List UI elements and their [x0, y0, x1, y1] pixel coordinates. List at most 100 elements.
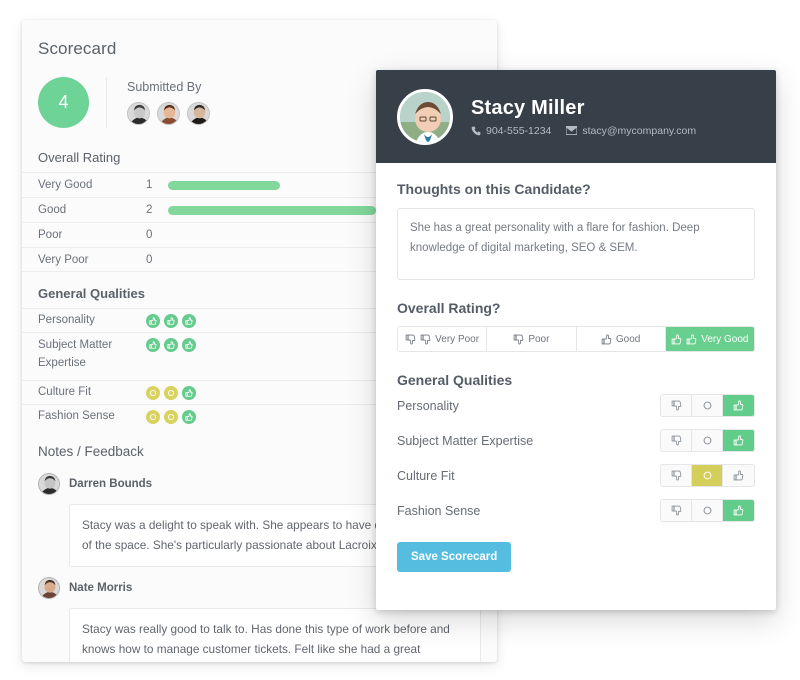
quality-toggle[interactable]	[660, 499, 755, 522]
detail-body: Thoughts on this Candidate? She has a gr…	[376, 163, 776, 572]
quality-option-neutral[interactable]	[692, 465, 723, 486]
page-title: Scorecard	[38, 39, 117, 58]
thumbs-down-icon	[420, 334, 431, 344]
neutral-circle-icon	[703, 506, 711, 515]
note-author-name: Nate Morris	[69, 581, 133, 594]
thumbs-up-icon	[733, 435, 744, 446]
quality-summary-label: Fashion Sense	[38, 409, 115, 422]
quality-label: Subject Matter Expertise	[397, 433, 534, 448]
rating-option-poor[interactable]: Poor	[487, 327, 577, 351]
quality-dot-row	[146, 409, 196, 424]
quality-option-neutral[interactable]	[692, 430, 723, 451]
reviewer-avatar[interactable]	[157, 102, 180, 125]
candidate-detail-panel: Stacy Miller 904-555-1234 stacy@mycompan…	[376, 70, 776, 610]
quality-toggle[interactable]	[660, 464, 755, 487]
thumbs-up-dot	[146, 338, 160, 352]
quality-dot-row	[146, 337, 196, 352]
neutral-dot	[164, 410, 178, 424]
thumbs-up-icon	[167, 317, 175, 325]
rating-bar-count: 0	[146, 229, 153, 241]
phone-contact[interactable]: 904-555-1234	[471, 125, 551, 137]
rating-bar-count: 1	[146, 179, 153, 191]
candidate-avatar	[397, 88, 453, 145]
rating-bar-count: 2	[146, 204, 153, 216]
candidate-header: Stacy Miller 904-555-1234 stacy@mycompan…	[376, 70, 776, 163]
avatar-photo	[128, 103, 149, 124]
quality-option-neutral[interactable]	[692, 395, 723, 416]
quality-option-thumbs-down[interactable]	[661, 500, 692, 521]
neutral-dot	[146, 410, 160, 424]
quality-option-thumbs-up[interactable]	[723, 395, 754, 416]
candidate-contact: 904-555-1234 stacy@mycompany.com	[471, 125, 696, 137]
thoughts-heading: Thoughts on this Candidate?	[397, 181, 591, 197]
quality-option-thumbs-down[interactable]	[661, 430, 692, 451]
quality-option-thumbs-up[interactable]	[723, 430, 754, 451]
thumbs-up-dot	[182, 410, 196, 424]
reviewer-avatar[interactable]	[127, 102, 150, 125]
candidate-name: Stacy Miller	[471, 96, 585, 119]
quality-toggle-list: Personality Subject Matter Expertise Cultu…	[397, 388, 755, 528]
note-author-avatar[interactable]	[38, 576, 60, 599]
thumbs-up-dot	[182, 314, 196, 328]
reviewer-avatar-row	[127, 102, 210, 125]
quality-summary-label: Culture Fit	[38, 385, 92, 398]
thumbs-down-icon	[671, 400, 681, 411]
quality-option-thumbs-down[interactable]	[661, 465, 692, 486]
thumbs-up-dot	[146, 314, 160, 328]
thumbs-up-icon	[601, 334, 612, 344]
note-author-avatar[interactable]	[38, 473, 60, 495]
quality-row: Subject Matter Expertise	[397, 423, 755, 458]
rating-option-label: Good	[615, 333, 641, 345]
rating-option-very-good[interactable]: Very Good	[665, 327, 754, 351]
quality-option-neutral[interactable]	[692, 500, 723, 521]
overall-rating-button-group[interactable]: Very Poor Poor Good Very Good	[397, 326, 755, 352]
thoughts-textarea[interactable]: She has a great personality with a flare…	[397, 208, 755, 280]
avatar-photo	[39, 577, 59, 598]
thumbs-up-dot	[164, 338, 178, 352]
app-root: Scorecard 4 Submitted By Overall Rating …	[0, 0, 800, 680]
avatar-photo	[158, 103, 179, 124]
quality-dot-row	[146, 385, 196, 400]
quality-dot-row	[146, 313, 196, 328]
thumbs-up-icon	[185, 341, 193, 349]
quality-option-thumbs-down[interactable]	[661, 395, 692, 416]
quality-label: Personality	[397, 398, 459, 413]
neutral-circle-icon	[703, 401, 711, 410]
quality-option-thumbs-up[interactable]	[723, 465, 754, 486]
thumbs-down-icon	[405, 334, 416, 344]
quality-option-thumbs-up[interactable]	[723, 500, 754, 521]
rating-bar-label: Good	[38, 204, 67, 216]
note-text: Stacy was really good to talk to. Has do…	[69, 607, 481, 662]
quality-label: Culture Fit	[397, 468, 455, 483]
rating-option-very-poor[interactable]: Very Poor	[398, 327, 488, 351]
thumbs-up-icon	[671, 334, 682, 344]
quality-row: Fashion Sense	[397, 493, 755, 528]
neutral-circle-icon	[149, 389, 157, 397]
rating-bar-label: Poor	[38, 229, 63, 241]
thumbs-up-icon	[185, 413, 193, 421]
thumbs-up-icon	[733, 505, 744, 516]
avatar-photo	[188, 103, 209, 124]
thumbs-up-dot	[182, 386, 196, 400]
thumbs-up-dot	[182, 338, 196, 352]
reviewer-avatar[interactable]	[187, 102, 210, 125]
thumbs-up-icon	[149, 341, 157, 349]
neutral-circle-icon	[703, 471, 711, 480]
thumbs-up-dot	[164, 314, 178, 328]
neutral-circle-icon	[149, 413, 157, 421]
avatar-photo	[400, 91, 450, 142]
neutral-circle-icon	[703, 436, 711, 445]
rating-option-label: Very Poor	[435, 333, 480, 345]
quality-toggle[interactable]	[660, 394, 755, 417]
thumbs-down-icon	[513, 334, 524, 344]
email-contact[interactable]: stacy@mycompany.com	[566, 125, 696, 137]
save-scorecard-button[interactable]: Save Scorecard	[397, 542, 512, 572]
overall-rating-heading: Overall Rating?	[397, 300, 501, 316]
rating-bar-fill	[168, 205, 376, 215]
submitted-by-block: Submitted By	[106, 77, 210, 128]
rating-option-good[interactable]: Good	[576, 327, 666, 351]
rating-bar-label: Very Good	[38, 179, 93, 191]
score-badge: 4	[38, 77, 89, 128]
quality-toggle[interactable]	[660, 429, 755, 452]
rating-option-label: Very Good	[701, 333, 749, 345]
